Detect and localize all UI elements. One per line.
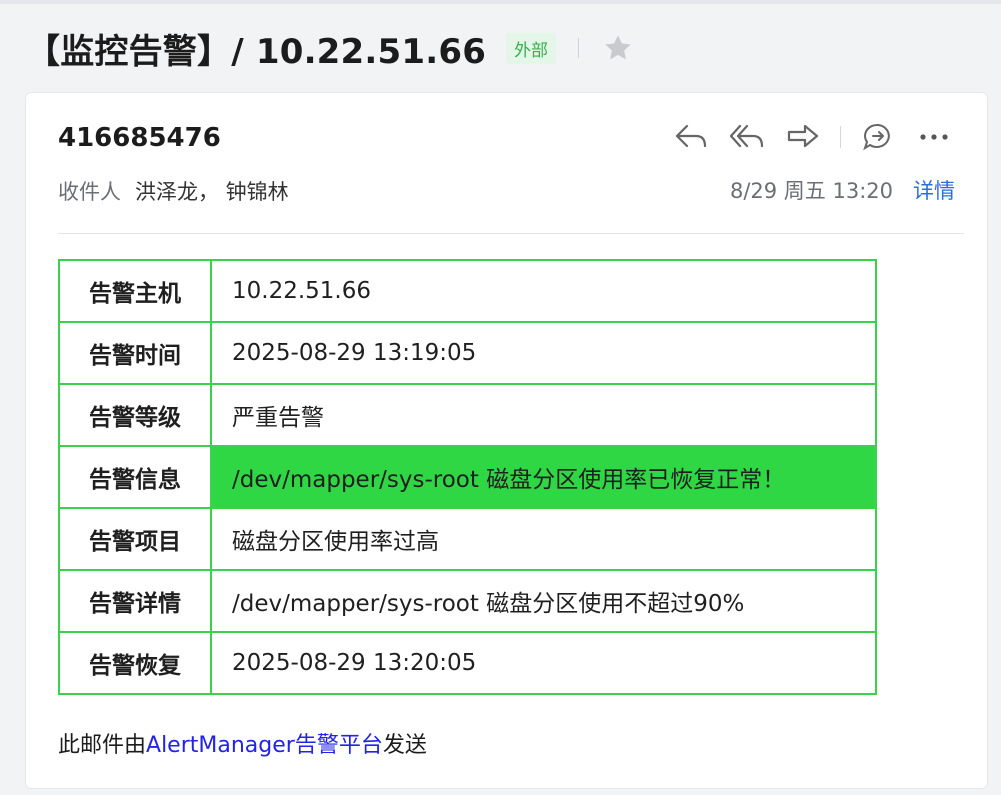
- reply-icon[interactable]: [672, 120, 710, 154]
- header-divider: [58, 233, 964, 234]
- table-row: 告警时间 2025-08-29 13:19:05: [58, 321, 877, 385]
- table-row: 告警等级 严重告警: [58, 383, 877, 447]
- alert-key: 告警项目: [58, 507, 212, 571]
- meta-row: 8/29 周五 13:20 详情: [730, 175, 955, 205]
- sender: 416685476: [58, 123, 221, 153]
- alert-value: 2025-08-29 13:19:05: [210, 321, 877, 385]
- alert-key: 告警恢复: [58, 631, 212, 695]
- table-row: 告警信息 /dev/mapper/sys-root 磁盘分区使用率已恢复正常！: [58, 445, 877, 509]
- forward-icon[interactable]: [784, 120, 822, 154]
- more-icon[interactable]: [915, 120, 953, 154]
- email-date: 8/29 周五 13:20: [729, 179, 893, 203]
- alert-key: 告警主机: [58, 259, 212, 323]
- alert-value: 2025-08-29 13:20:05: [210, 631, 877, 695]
- subject-row: 【监控告警】/ 10.22.51.66 外部: [26, 24, 635, 72]
- alert-key: 告警等级: [58, 383, 212, 447]
- alert-value: 10.22.51.66: [210, 259, 877, 323]
- alert-key: 告警信息: [58, 445, 212, 509]
- alert-value: 严重告警: [210, 383, 877, 447]
- star-icon[interactable]: [601, 31, 635, 65]
- top-border: [0, 0, 1001, 4]
- email-card: 416685476 收件人 洪泽龙， 钟锦林 8/29 周五 13:20 详情 …: [25, 92, 988, 789]
- alert-key: 告警时间: [58, 321, 212, 385]
- table-row: 告警恢复 2025-08-29 13:20:05: [58, 631, 877, 695]
- reply-all-icon[interactable]: [728, 120, 766, 154]
- table-row: 告警详情 /dev/mapper/sys-root 磁盘分区使用不超过90%: [58, 569, 877, 633]
- footer-prefix: 此邮件由: [58, 733, 147, 758]
- comment-icon[interactable]: [859, 120, 897, 154]
- footer-suffix: 发送: [382, 733, 427, 758]
- alert-table: 告警主机 10.22.51.66 告警时间 2025-08-29 13:19:0…: [58, 259, 877, 695]
- email-subject: 【监控告警】/ 10.22.51.66: [26, 31, 487, 72]
- alertmanager-link[interactable]: AlertManager告警平台: [146, 733, 383, 758]
- email-footer: 此邮件由AlertManager告警平台发送: [58, 727, 427, 759]
- title-divider: [578, 38, 580, 58]
- message-actions: [672, 119, 953, 155]
- alert-key: 告警详情: [58, 569, 212, 633]
- details-link[interactable]: 详情: [913, 175, 955, 205]
- table-row: 告警主机 10.22.51.66: [58, 259, 877, 323]
- alert-value: /dev/mapper/sys-root 磁盘分区使用不超过90%: [210, 569, 877, 633]
- recipients-label: 收件人: [58, 180, 121, 204]
- recipients-list[interactable]: 洪泽龙， 钟锦林: [135, 176, 289, 206]
- recipients-row: 收件人 洪泽龙， 钟锦林: [58, 176, 289, 206]
- table-row: 告警项目 磁盘分区使用率过高: [58, 507, 877, 571]
- external-tag: 外部: [506, 32, 557, 64]
- alert-value-highlighted: /dev/mapper/sys-root 磁盘分区使用率已恢复正常！: [210, 445, 877, 509]
- actions-divider: [840, 126, 841, 148]
- alert-value: 磁盘分区使用率过高: [210, 507, 877, 571]
